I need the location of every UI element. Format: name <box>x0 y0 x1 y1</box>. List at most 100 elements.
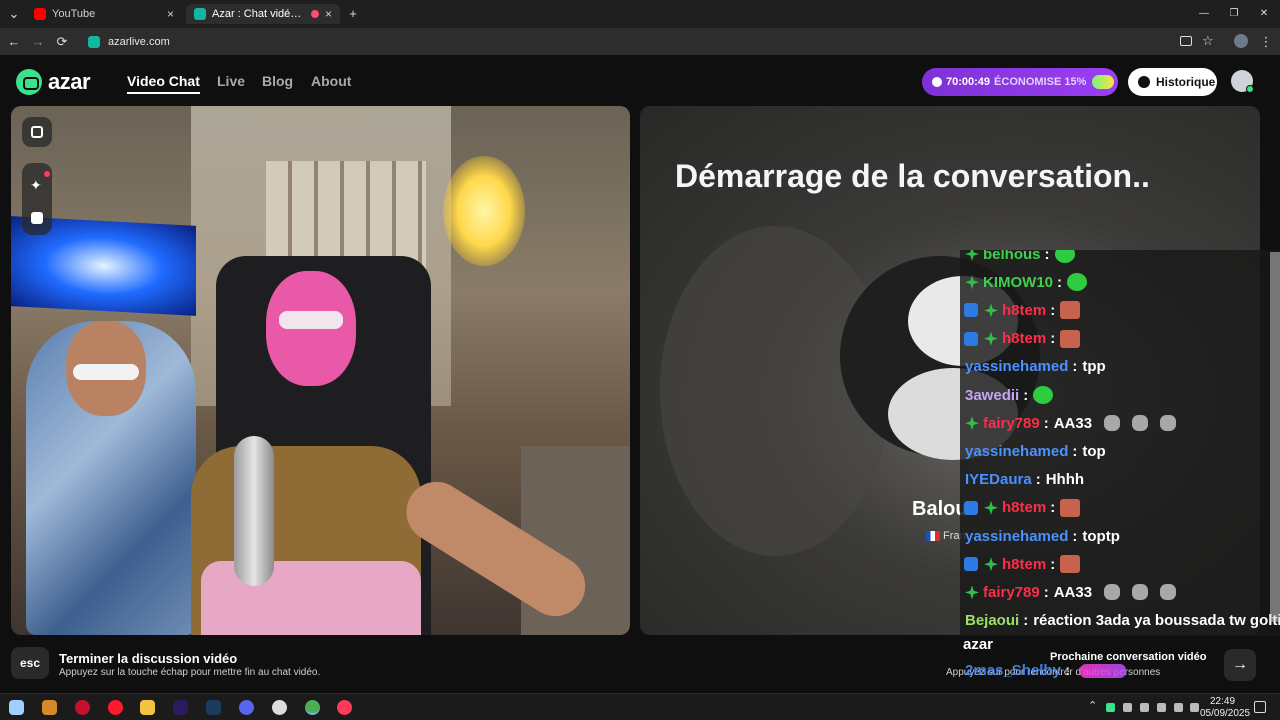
chat-message: h8tem: <box>962 495 1081 521</box>
steam-icon[interactable] <box>206 700 221 715</box>
history-button[interactable]: Historique <box>1128 68 1217 96</box>
new-tab-button[interactable]: + <box>345 6 361 22</box>
site-info-icon[interactable] <box>88 36 100 48</box>
tray-app-icon[interactable] <box>1140 703 1149 712</box>
network-icon[interactable] <box>1174 703 1183 712</box>
tab-youtube[interactable]: YouTube × <box>26 4 182 24</box>
chat-user: h8tem <box>1002 301 1047 319</box>
chat-message: Bejaoui: réaction 3ada ya boussada tw gol… <box>965 608 1280 634</box>
chat-user: 2mas_Shelby <box>965 662 1061 679</box>
nav-blog[interactable]: Blog <box>262 73 293 89</box>
taskbar-time[interactable]: 22:49 <box>1210 696 1235 707</box>
vip-badge-icon <box>984 500 998 515</box>
chat-message: yassinehamed: tpp <box>965 354 1106 380</box>
vip-badge-icon <box>984 557 998 572</box>
windows-start-icon[interactable] <box>9 700 24 715</box>
nav-video-chat[interactable]: Video Chat <box>127 73 200 94</box>
media-player-icon[interactable] <box>272 700 287 715</box>
chat-message: yassinehamed: toptp <box>965 523 1120 549</box>
next-chat-title: Prochaine conversation vidéo <box>1050 651 1207 663</box>
opera-icon[interactable] <box>108 700 123 715</box>
chat-emote-icon <box>1060 555 1081 574</box>
chat-user: h8tem <box>1002 555 1047 573</box>
stream-chat-overlay: belhous: KIMOW10: h8tem: h8tem: yassinehamed… <box>960 250 1280 660</box>
chat-message: h8tem: <box>962 551 1081 577</box>
nav-about[interactable]: About <box>311 73 351 89</box>
next-chat-button[interactable]: → <box>1224 649 1256 681</box>
chat-emote-icon <box>1060 498 1081 517</box>
chat-sep: : <box>1050 301 1056 319</box>
chat-sep: : <box>1050 555 1056 573</box>
forward-button[interactable]: → <box>30 34 46 50</box>
taskbar-date[interactable]: 05/09/2025 <box>1200 708 1250 719</box>
sparkle-effects-icon[interactable]: ✦ <box>30 177 42 194</box>
chat-message: 3awedii: <box>965 382 1054 408</box>
tray-app-icon[interactable] <box>1123 703 1132 712</box>
azar-logo[interactable]: azar <box>16 69 91 95</box>
fist-emote-icon <box>1132 584 1149 601</box>
chat-text: toptp <box>1082 527 1120 545</box>
chat-sep: : <box>1072 527 1078 545</box>
chat-sep: : <box>1044 250 1050 263</box>
bookmark-star-icon[interactable]: ☆ <box>1202 33 1214 49</box>
chat-sep: : <box>1072 442 1078 460</box>
chat-user: fairy789 <box>983 414 1040 432</box>
premiere-pro-icon[interactable] <box>173 700 188 715</box>
minimize-button[interactable]: — <box>1196 6 1212 22</box>
back-button[interactable]: ← <box>6 34 22 50</box>
chat-user: belhous <box>983 250 1041 263</box>
restore-button[interactable]: ❐ <box>1226 6 1242 22</box>
browser-menu-button[interactable]: ⋮ <box>1258 34 1274 50</box>
promo-button[interactable]: 70:00:49 ÉCONOMISE 15% <box>922 68 1118 96</box>
address-field[interactable]: azarlive.com <box>80 32 1200 52</box>
volume-icon[interactable] <box>1190 703 1199 712</box>
esc-key-button[interactable]: esc <box>11 647 49 679</box>
vip-badge-icon <box>984 303 998 318</box>
chat-text: AA33 <box>1053 414 1093 432</box>
opera-gx-icon[interactable] <box>75 700 90 715</box>
vip-badge-icon <box>965 416 979 431</box>
clock-icon <box>932 77 942 87</box>
nav-live[interactable]: Live <box>217 73 245 89</box>
speedtest-icon[interactable] <box>337 700 352 715</box>
shield-app-icon[interactable] <box>42 700 57 715</box>
promo-timer: 70:00:49 <box>946 76 991 88</box>
chat-text: top <box>1082 442 1106 460</box>
face-filter-icon[interactable] <box>31 212 43 224</box>
notification-dot-icon <box>44 171 50 177</box>
chat-scrollbar[interactable] <box>1270 252 1280 622</box>
tray-chevron-icon[interactable]: ⌃ <box>1088 699 1097 712</box>
tab-list-button[interactable]: ⌄ <box>6 6 22 22</box>
expand-video-button[interactable] <box>22 117 52 147</box>
chat-message: fairy789: AA33 <box>962 410 1177 436</box>
chat-emote-icon <box>1054 250 1075 263</box>
chat-user: KIMOW10 <box>983 273 1054 291</box>
chat-sep: : <box>1023 386 1029 404</box>
microphone-icon[interactable] <box>1157 703 1166 712</box>
browser-tab-bar: ⌄ YouTube × Azar : Chat vidéo avec de no… <box>0 0 1280 28</box>
video-neon-sign <box>443 156 525 266</box>
file-explorer-icon[interactable] <box>140 700 155 715</box>
chat-emote-icon <box>1033 386 1054 404</box>
close-window-button[interactable]: ✕ <box>1256 6 1272 22</box>
tab-label: Azar : Chat vidéo avec de nouvelles pers… <box>212 8 307 20</box>
discord-icon[interactable] <box>239 700 254 715</box>
install-app-icon[interactable] <box>1180 36 1192 46</box>
chat-sep: : <box>1043 583 1049 601</box>
close-tab-icon[interactable]: × <box>167 7 174 21</box>
azar-favicon-icon <box>194 8 206 20</box>
profile-icon[interactable] <box>1234 34 1248 48</box>
chat-user: Bejaoui <box>965 612 1020 630</box>
chat-emote-icon <box>1067 273 1088 292</box>
chat-message: fairy789: AA33 <box>962 579 1177 605</box>
chrome-icon[interactable] <box>305 700 320 715</box>
recording-indicator-icon <box>310 10 319 18</box>
reload-button[interactable]: ⟳ <box>54 34 70 50</box>
notification-center-icon[interactable] <box>1254 701 1266 713</box>
chat-user: yassinehamed <box>965 358 1069 376</box>
youtube-favicon-icon <box>34 8 46 20</box>
tab-azar[interactable]: Azar : Chat vidéo avec de nouvelles pers… <box>186 4 340 24</box>
close-tab-icon[interactable]: × <box>325 7 332 21</box>
tray-app-icon[interactable] <box>1106 703 1115 712</box>
logo-text: azar <box>48 69 91 94</box>
